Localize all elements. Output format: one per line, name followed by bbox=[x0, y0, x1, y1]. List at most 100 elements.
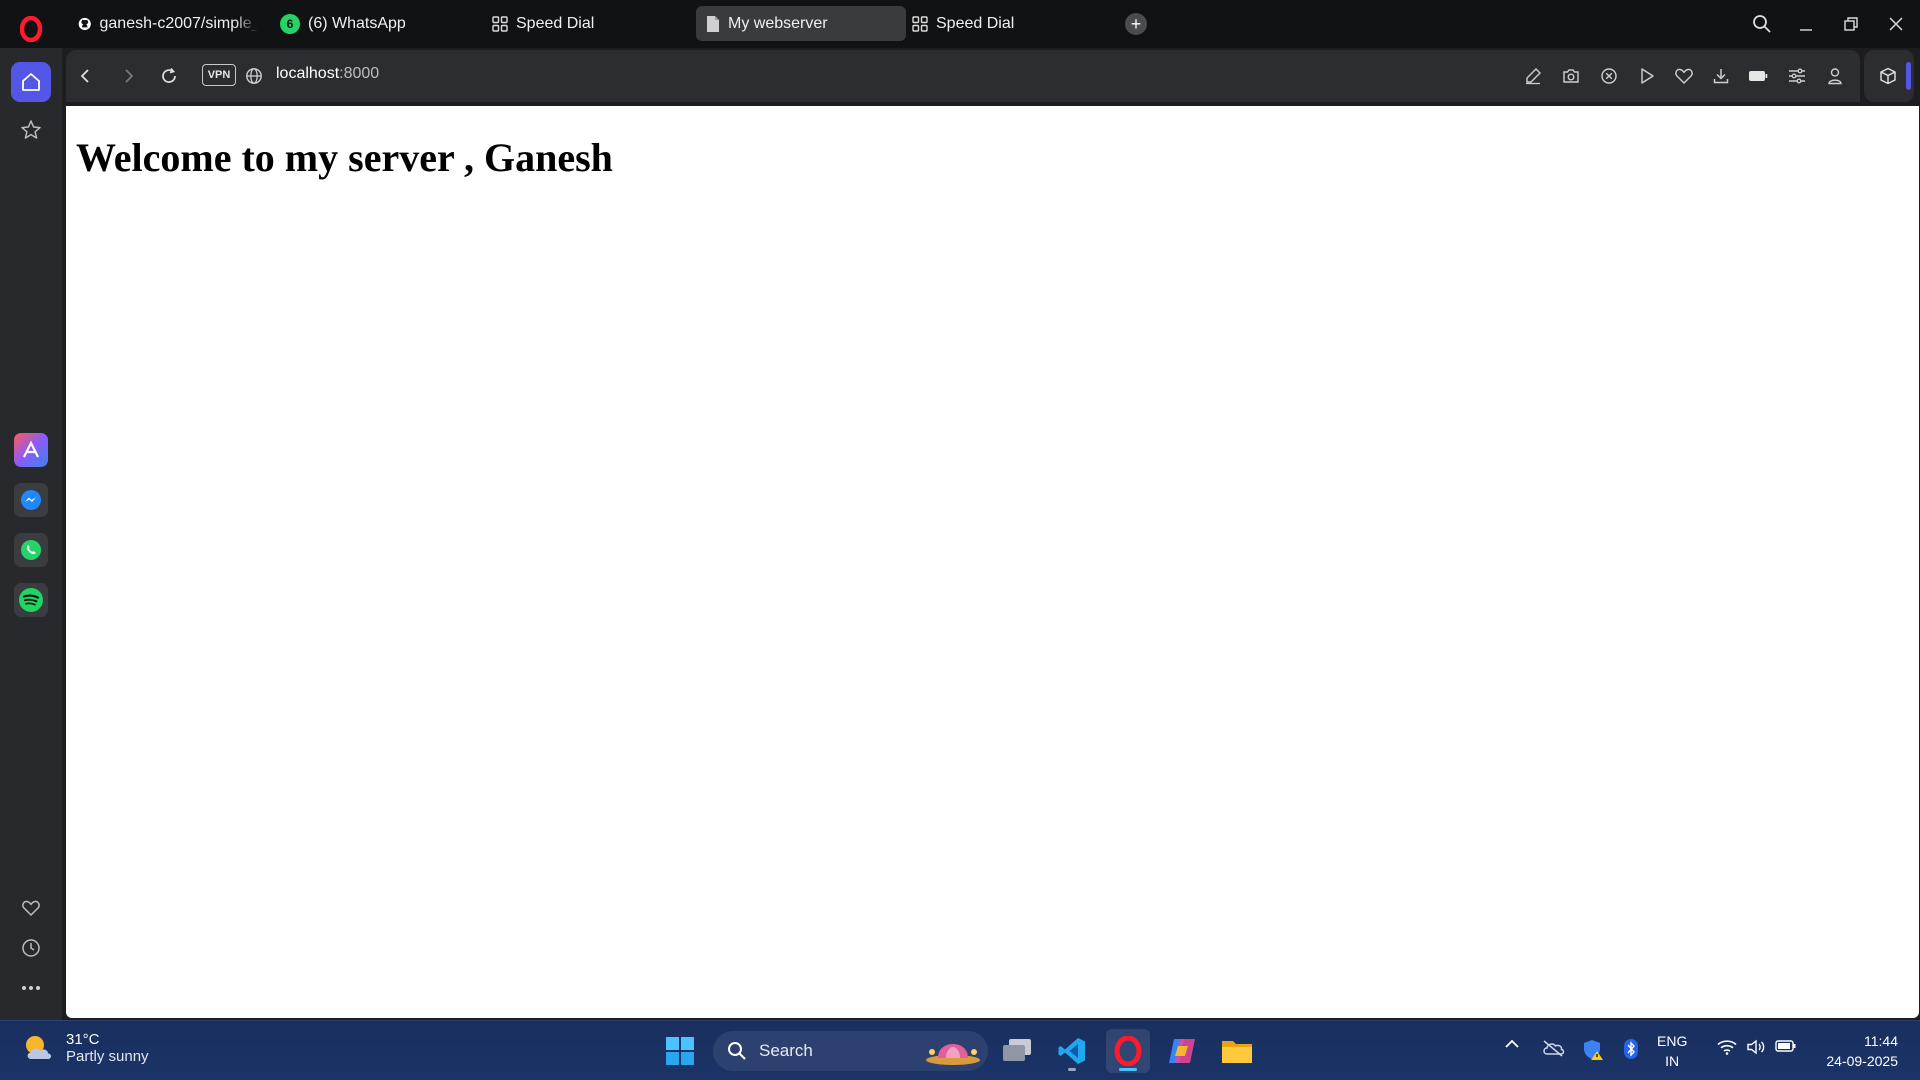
tab-github[interactable]: ganesh-c2007/simple_webserver bbox=[68, 6, 268, 41]
taskbar-opera[interactable] bbox=[1106, 1029, 1150, 1073]
heart-icon bbox=[1675, 68, 1693, 84]
lang-region: IN bbox=[1665, 1053, 1680, 1069]
sidebar-whatsapp-button[interactable] bbox=[11, 530, 51, 570]
taskbar-copilot[interactable] bbox=[1160, 1029, 1204, 1073]
reload-button[interactable] bbox=[157, 64, 181, 88]
taskbar-task-view[interactable] bbox=[995, 1029, 1039, 1073]
input-language[interactable]: ENG IN bbox=[1657, 1031, 1687, 1071]
aria-icon bbox=[14, 433, 48, 467]
sidebar-aria-button[interactable] bbox=[11, 430, 51, 470]
search-icon bbox=[1753, 15, 1771, 33]
speaker-icon bbox=[1747, 1039, 1765, 1055]
battery-saver-button[interactable] bbox=[1746, 64, 1770, 88]
cube-icon bbox=[1880, 67, 1896, 85]
volume-tray[interactable] bbox=[1745, 1039, 1767, 1055]
address-toolbar: VPN localhost:8000 bbox=[66, 50, 1860, 102]
clock-date: 24-09-2025 bbox=[1826, 1053, 1898, 1069]
extensions-button[interactable] bbox=[1876, 64, 1900, 88]
weather-widget[interactable]: 31°C Partly sunny bbox=[22, 1031, 149, 1065]
back-button[interactable] bbox=[74, 64, 98, 88]
tab-my-webserver[interactable]: My webserver bbox=[696, 6, 906, 41]
partly-sunny-icon bbox=[26, 1036, 51, 1059]
tab-strip: ganesh-c2007/simple_webserver 6 (6) What… bbox=[0, 0, 1920, 48]
edit-button[interactable] bbox=[1521, 64, 1545, 88]
snapshot-button[interactable] bbox=[1559, 64, 1583, 88]
profile-button[interactable] bbox=[1823, 64, 1847, 88]
sidebar-spotify-button[interactable] bbox=[11, 580, 51, 620]
vscode-icon bbox=[1058, 1038, 1085, 1064]
tab-label: ganesh-c2007/simple_webserver bbox=[99, 14, 259, 32]
minimize-button[interactable] bbox=[1786, 8, 1826, 40]
tab-speed-dial[interactable]: Speed Dial bbox=[482, 6, 682, 41]
bluetooth-icon bbox=[1624, 1039, 1638, 1059]
tab-label: My webserver bbox=[728, 14, 828, 32]
lang-code: ENG bbox=[1657, 1033, 1688, 1049]
clock-icon bbox=[22, 939, 40, 957]
wifi-tray[interactable] bbox=[1716, 1039, 1738, 1055]
sidebar-bookmarks-button[interactable] bbox=[11, 110, 51, 150]
address-field[interactable]: localhost:8000 bbox=[276, 65, 379, 83]
battery-tray[interactable] bbox=[1774, 1039, 1798, 1053]
onedrive-tray[interactable] bbox=[1540, 1039, 1566, 1057]
search-icon bbox=[728, 1042, 746, 1060]
opera-menu-button[interactable] bbox=[14, 12, 48, 46]
play-icon bbox=[1641, 68, 1654, 84]
sidebar-toggle-accent[interactable] bbox=[1906, 62, 1911, 90]
minimize-icon bbox=[1800, 29, 1812, 31]
windows-taskbar: 31°C Partly sunny Search ENG IN 11:44 24… bbox=[0, 1020, 1920, 1080]
weather-condition: Partly sunny bbox=[66, 1048, 149, 1065]
vpn-badge[interactable]: VPN bbox=[202, 64, 236, 86]
sliders-icon bbox=[1789, 68, 1805, 84]
page-heading: Welcome to my server , Ganesh bbox=[76, 135, 613, 180]
active-indicator bbox=[1119, 1068, 1137, 1071]
easy-setup-button[interactable] bbox=[1785, 64, 1809, 88]
sidebar-history-button[interactable] bbox=[11, 928, 51, 968]
camera-icon bbox=[1563, 69, 1579, 83]
task-view-icon bbox=[1003, 1039, 1031, 1061]
star-icon bbox=[21, 120, 41, 139]
sidebar-favorites-button[interactable] bbox=[11, 888, 51, 928]
tray-overflow-button[interactable] bbox=[1502, 1039, 1522, 1049]
site-info-button[interactable] bbox=[242, 64, 266, 88]
battery-icon bbox=[1749, 71, 1768, 81]
tab-whatsapp[interactable]: 6 (6) WhatsApp bbox=[270, 6, 470, 41]
forward-button[interactable] bbox=[116, 64, 140, 88]
opera-logo-icon bbox=[20, 16, 42, 42]
close-button[interactable] bbox=[1876, 8, 1916, 40]
player-button[interactable] bbox=[1635, 64, 1659, 88]
speed-dial-icon bbox=[912, 15, 928, 32]
plus-icon: + bbox=[1130, 14, 1142, 34]
sidebar-home-button[interactable] bbox=[11, 62, 51, 102]
new-tab-button[interactable]: + bbox=[1125, 13, 1147, 35]
bluetooth-tray[interactable] bbox=[1621, 1039, 1641, 1059]
speed-dial-icon bbox=[492, 15, 508, 32]
chevron-left-icon bbox=[80, 69, 89, 83]
chevron-up-icon bbox=[1505, 1039, 1519, 1048]
tab-label: Speed Dial bbox=[516, 14, 595, 32]
chevron-right-icon bbox=[125, 69, 134, 83]
whatsapp-icon bbox=[14, 533, 48, 567]
ad-blocker-button[interactable] bbox=[1597, 64, 1621, 88]
search-highlight-icon bbox=[926, 1044, 980, 1065]
taskbar-file-explorer[interactable] bbox=[1215, 1029, 1259, 1073]
search-label: Search bbox=[759, 1041, 813, 1060]
downloads-button[interactable] bbox=[1709, 64, 1733, 88]
messenger-icon bbox=[14, 483, 48, 517]
sidebar-more-button[interactable] bbox=[11, 968, 51, 1008]
cloud-off-icon bbox=[1543, 1040, 1565, 1057]
spotify-icon bbox=[14, 583, 48, 617]
security-tray[interactable] bbox=[1581, 1039, 1605, 1061]
url-port: :8000 bbox=[339, 65, 380, 82]
sidebar-messenger-button[interactable] bbox=[11, 480, 51, 520]
pinboard-button[interactable] bbox=[1672, 64, 1696, 88]
restore-button[interactable] bbox=[1831, 8, 1871, 40]
tab-search-button[interactable] bbox=[1742, 8, 1782, 40]
taskbar-search[interactable]: Search bbox=[713, 1031, 988, 1071]
start-button[interactable] bbox=[658, 1029, 702, 1073]
folder-icon bbox=[1222, 1041, 1252, 1063]
taskbar-vscode[interactable] bbox=[1050, 1029, 1094, 1073]
tab-speed-dial-2[interactable]: Speed Dial bbox=[902, 6, 1102, 41]
clock[interactable]: 11:44 24-09-2025 bbox=[1812, 1031, 1898, 1071]
wifi-icon bbox=[1717, 1040, 1737, 1055]
restore-icon bbox=[1844, 17, 1858, 31]
